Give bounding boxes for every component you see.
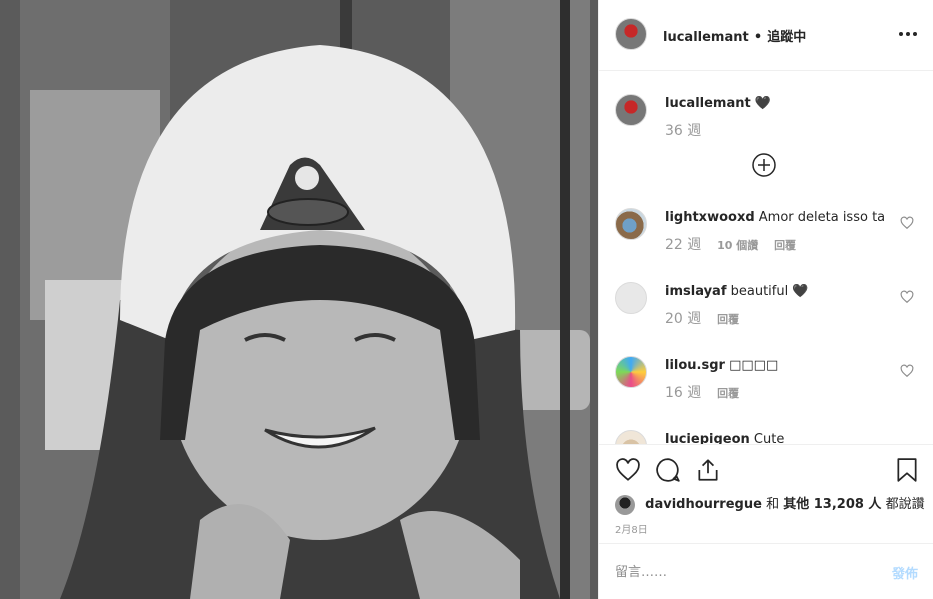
header-user-line: lucallemant • 追蹤中	[663, 26, 806, 45]
more-icon[interactable]	[898, 24, 918, 44]
caption-time[interactable]: 36 週	[665, 123, 701, 139]
comment-meta: 20 週 回覆	[665, 308, 751, 328]
post-sidebar: lucallemant • 追蹤中 lucallemant 🖤 36 週 lig…	[598, 0, 933, 599]
post-header: lucallemant • 追蹤中	[599, 0, 933, 71]
comment-bubble-icon[interactable]	[655, 457, 681, 483]
reply-button[interactable]: 回覆	[774, 239, 796, 252]
comment-input[interactable]	[615, 562, 865, 582]
comment-username[interactable]: imslayaf	[665, 284, 726, 299]
comment-time[interactable]: 22 週	[665, 237, 701, 253]
comment-text: imslayaf beautiful 🖤	[665, 283, 895, 301]
likes-suffix: 都說讚	[885, 497, 925, 512]
add-comment-bar: 發佈	[599, 543, 933, 599]
comment-meta: 22 週 10 個讚 回覆	[665, 234, 808, 254]
comment-avatar[interactable]	[615, 356, 647, 388]
author-avatar[interactable]	[615, 18, 647, 50]
comment-username[interactable]: lightxwooxd	[665, 210, 755, 225]
header-username[interactable]: lucallemant	[663, 30, 749, 45]
comment-body: Cute	[753, 432, 785, 444]
bookmark-icon[interactable]	[894, 457, 920, 483]
comment-body: □□□□	[729, 358, 779, 373]
comment-time[interactable]: 20 週	[665, 311, 701, 327]
caption-row: lucallemant 🖤 36 週	[615, 94, 920, 144]
comment-body: beautiful 🖤	[730, 284, 809, 299]
reply-button[interactable]: 回覆	[717, 387, 739, 400]
heart-icon[interactable]	[900, 290, 914, 304]
comment-meta: 16 週 回覆	[665, 382, 751, 402]
comment-body: Amor deleta isso ta	[758, 210, 886, 225]
liker-avatar[interactable]	[615, 494, 635, 515]
likes-others-link[interactable]: 其他 13,208 人	[783, 497, 881, 512]
caption-body: 🖤	[754, 96, 772, 111]
comment-likes-count[interactable]: 10 個讚	[717, 239, 758, 252]
comment-avatar[interactable]	[615, 282, 647, 314]
post-date[interactable]: 2月8日	[615, 521, 648, 536]
caption-text: lucallemant 🖤	[665, 95, 895, 113]
likes-summary: davidhourregue 和 其他 13,208 人 都說讚	[615, 493, 925, 515]
comment-row: luciepigeon Cute	[615, 430, 920, 444]
comment-text: luciepigeon Cute	[665, 431, 895, 444]
post-actions: davidhourregue 和 其他 13,208 人 都說讚 2月8日	[599, 444, 933, 544]
comment-username[interactable]: luciepigeon	[665, 432, 750, 444]
header-separator: •	[753, 30, 763, 45]
caption-meta: 36 週	[665, 120, 713, 140]
caption-username[interactable]: lucallemant	[665, 96, 751, 111]
share-icon[interactable]	[695, 457, 721, 483]
comment-avatar[interactable]	[615, 430, 647, 444]
post-comment-button[interactable]: 發佈	[892, 563, 918, 582]
like-heart-icon[interactable]	[615, 457, 641, 483]
comment-time[interactable]: 16 週	[665, 385, 701, 401]
heart-icon[interactable]	[900, 216, 914, 230]
comment-row: imslayaf beautiful 🖤 20 週 回覆	[615, 282, 920, 332]
liker-username[interactable]: davidhourregue	[645, 497, 762, 512]
follow-status-button[interactable]: 追蹤中	[767, 30, 806, 45]
comments-list[interactable]: lucallemant 🖤 36 週 lightxwooxd Amor dele…	[599, 72, 933, 444]
reply-button[interactable]: 回覆	[717, 313, 739, 326]
photo-illustration	[0, 0, 598, 599]
comment-row: lightxwooxd Amor deleta isso ta 22 週 10 …	[615, 208, 920, 258]
comment-username[interactable]: lilou.sgr	[665, 358, 725, 373]
comment-row: lilou.sgr □□□□ 16 週 回覆	[615, 356, 920, 406]
comment-text: lilou.sgr □□□□	[665, 357, 895, 375]
caption-avatar[interactable]	[615, 94, 647, 126]
likes-and: 和	[766, 497, 780, 512]
comment-text: lightxwooxd Amor deleta isso ta	[665, 209, 895, 227]
plus-circle-icon[interactable]	[752, 153, 776, 177]
comment-avatar[interactable]	[615, 208, 647, 240]
heart-icon[interactable]	[900, 364, 914, 378]
post-photo[interactable]	[0, 0, 598, 599]
